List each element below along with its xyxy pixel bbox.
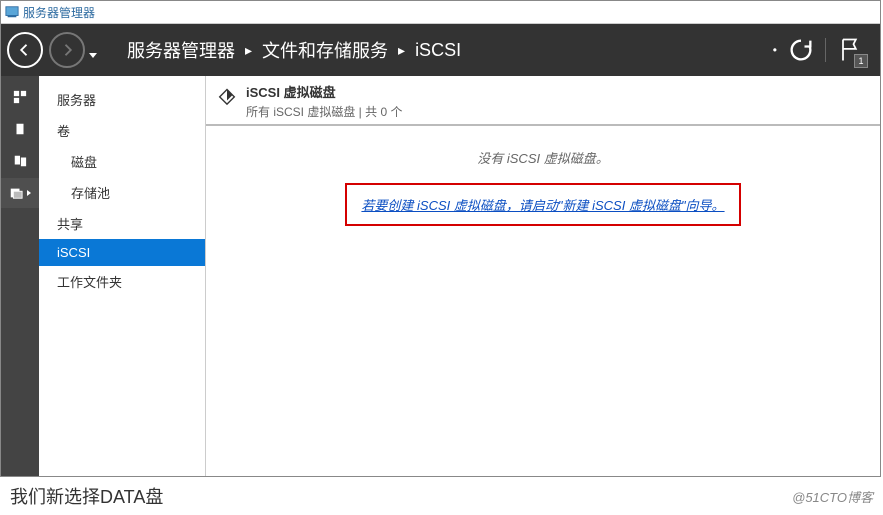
forward-arrow-icon	[58, 41, 76, 59]
breadcrumb-sep-icon: ▸	[398, 42, 405, 59]
dashboard-nav-icon[interactable]	[1, 82, 39, 112]
body-area: 服务器 卷 磁盘 存储池 共享 iSCSI 工作文件夹 iSCSI 虚拟磁盘 所…	[1, 76, 880, 476]
file-storage-nav-icon[interactable]	[1, 178, 39, 208]
refresh-icon	[787, 36, 815, 64]
nav-forward-button[interactable]	[49, 32, 85, 68]
panel-title: iSCSI 虚拟磁盘	[246, 82, 402, 101]
toolbar-divider	[825, 38, 826, 62]
all-servers-nav-icon[interactable]	[1, 146, 39, 176]
new-virtual-disk-wizard-link[interactable]: 若要创建 iSCSI 虚拟磁盘，请启动"新建 iSCSI 虚拟磁盘"向导。	[361, 198, 724, 213]
dash-separator-icon: •	[773, 43, 777, 57]
sidebar-item-work-folders[interactable]: 工作文件夹	[39, 266, 205, 297]
content-panel: iSCSI 虚拟磁盘 所有 iSCSI 虚拟磁盘 | 共 0 个 没有 iSCS…	[206, 76, 880, 476]
wizard-link-highlight: 若要创建 iSCSI 虚拟磁盘，请启动"新建 iSCSI 虚拟磁盘"向导。	[345, 183, 740, 226]
app-window: 服务器管理器 服务器管理器 ▸ 文件和存储服务 ▸ iSCSI • 1	[0, 0, 881, 477]
nav-back-button[interactable]	[7, 32, 43, 68]
virtual-disk-icon	[216, 84, 238, 109]
side-navigation: 服务器 卷 磁盘 存储池 共享 iSCSI 工作文件夹	[39, 76, 206, 476]
watermark-text: @51CTO博客	[792, 487, 873, 506]
window-title: 服务器管理器	[23, 4, 95, 21]
breadcrumb-iscsi[interactable]: iSCSI	[415, 40, 461, 61]
page-caption: 我们新选择DATA盘 @51CTO博客	[0, 477, 883, 515]
breadcrumb-root[interactable]: 服务器管理器	[127, 37, 235, 63]
caption-text: 我们新选择DATA盘	[10, 483, 163, 509]
notifications-button[interactable]: 1	[836, 36, 864, 64]
header-toolbar: 服务器管理器 ▸ 文件和存储服务 ▸ iSCSI • 1	[1, 24, 880, 76]
sidebar-item-disks[interactable]: 磁盘	[39, 146, 205, 177]
sidebar-item-servers[interactable]: 服务器	[39, 84, 205, 115]
sidebar-item-shares[interactable]: 共享	[39, 208, 205, 239]
app-icon	[5, 5, 19, 19]
local-server-nav-icon[interactable]	[1, 114, 39, 144]
no-disks-text: 没有 iSCSI 虚拟磁盘。	[263, 148, 823, 167]
sidebar-item-storage-pools[interactable]: 存储池	[39, 177, 205, 208]
panel-empty-state: 没有 iSCSI 虚拟磁盘。 若要创建 iSCSI 虚拟磁盘，请启动"新建 iS…	[263, 148, 823, 226]
back-arrow-icon	[16, 41, 34, 59]
panel-subtitle: 所有 iSCSI 虚拟磁盘 | 共 0 个	[246, 103, 402, 120]
window-titlebar: 服务器管理器	[1, 1, 880, 24]
notification-badge: 1	[854, 54, 868, 68]
refresh-button[interactable]	[787, 36, 815, 64]
nav-history-dropdown[interactable]	[89, 53, 97, 58]
toolbar-right: • 1	[773, 36, 880, 64]
breadcrumb-sep-icon: ▸	[245, 42, 252, 59]
sidebar-item-iscsi[interactable]: iSCSI	[39, 239, 205, 266]
sidebar-item-volumes[interactable]: 卷	[39, 115, 205, 146]
breadcrumb: 服务器管理器 ▸ 文件和存储服务 ▸ iSCSI	[127, 37, 461, 63]
expand-arrow-icon	[27, 190, 31, 196]
vertical-iconbar	[1, 76, 39, 476]
breadcrumb-services[interactable]: 文件和存储服务	[262, 37, 388, 63]
panel-header: iSCSI 虚拟磁盘 所有 iSCSI 虚拟磁盘 | 共 0 个	[206, 76, 880, 126]
